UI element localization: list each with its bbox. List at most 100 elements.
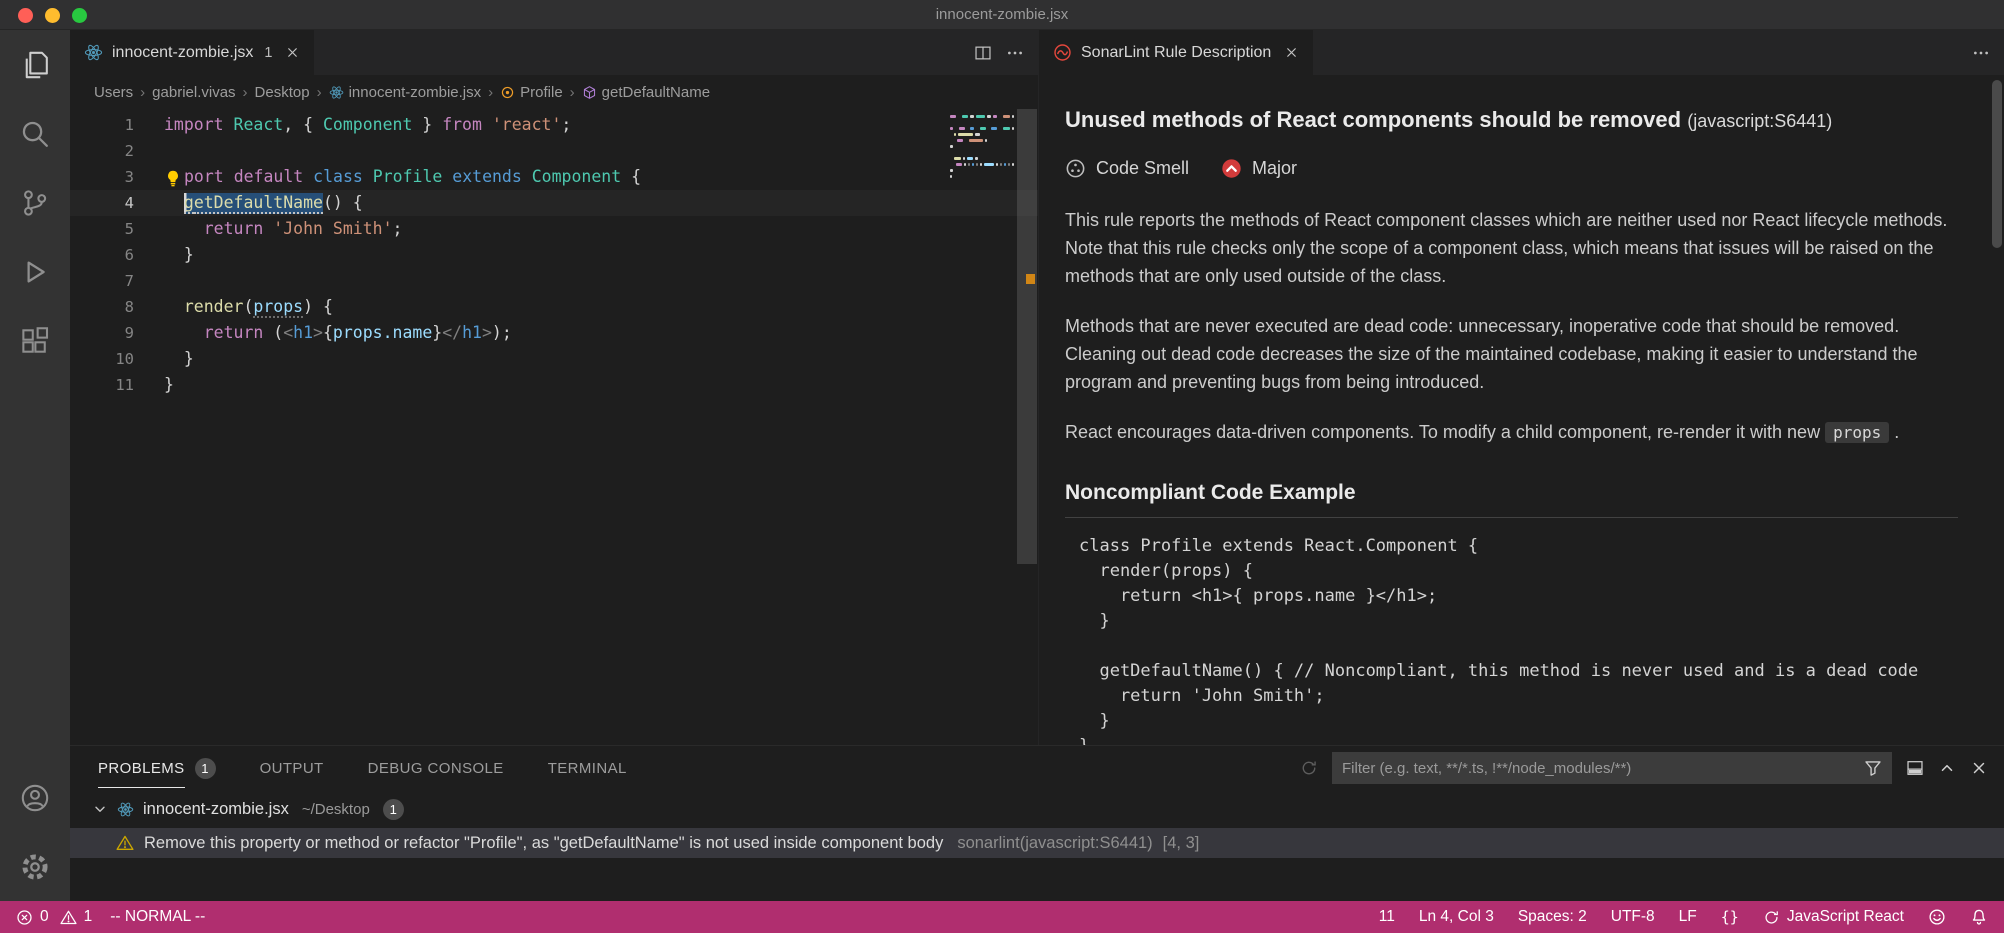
badge-label: Major	[1252, 154, 1297, 182]
tab-output[interactable]: OUTPUT	[260, 746, 324, 790]
activity-bar-explorer[interactable]	[0, 30, 70, 99]
code-line[interactable]: 5 return 'John Smith';	[70, 216, 1038, 242]
split-editor-icon[interactable]	[974, 44, 992, 62]
breadcrumb-item[interactable]: Users	[94, 84, 133, 101]
vim-mode-indicator[interactable]: -- NORMAL --	[110, 908, 205, 926]
tab-sonarlint-rule-description[interactable]: SonarLint Rule Description	[1039, 30, 1313, 75]
code-line[interactable]: 8 render(props) {	[70, 294, 1038, 320]
code-line[interactable]: 11}	[70, 372, 1038, 398]
editor-group-rule-description: SonarLint Rule Description Unused method…	[1038, 30, 2004, 745]
editor-scrollbar[interactable]	[1016, 109, 1038, 745]
activity-bar-source-control[interactable]	[0, 168, 70, 237]
rule-panel-scrollbar[interactable]	[1992, 80, 2002, 248]
breadcrumb-item[interactable]: gabriel.vivas	[152, 84, 235, 101]
line-number[interactable]: 7	[70, 268, 134, 294]
code-line[interactable]: 7	[70, 268, 1038, 294]
maximize-panel-icon[interactable]	[1938, 759, 1956, 777]
breadcrumb-item[interactable]: innocent-zombie.jsx	[329, 84, 482, 101]
code-line[interactable]: 6 }	[70, 242, 1038, 268]
bottom-panel: PROBLEMS 1 OUTPUT DEBUG CONSOLE TERMINAL	[70, 745, 2004, 901]
minimize-window-button[interactable]	[45, 8, 60, 23]
line-number[interactable]: 3	[70, 164, 134, 190]
close-window-button[interactable]	[18, 8, 33, 23]
code-token	[224, 167, 234, 186]
code-editor[interactable]: 1import React, { Component } from 'react…	[70, 109, 1038, 745]
sync-icon	[1763, 909, 1780, 926]
breadcrumb-item[interactable]: Desktop	[255, 84, 310, 101]
activity-bar-account[interactable]	[0, 763, 70, 832]
breadcrumb-item[interactable]: getDefaultName	[582, 84, 710, 101]
activity-bar-extensions[interactable]	[0, 306, 70, 375]
warning-triangle-icon	[60, 909, 77, 926]
filter-icon[interactable]	[1864, 759, 1882, 777]
extensions-icon	[20, 326, 50, 356]
filter-input[interactable]	[1342, 760, 1864, 777]
warning-icon	[116, 834, 134, 852]
encoding[interactable]: UTF-8	[1611, 908, 1655, 926]
activity-bar-search[interactable]	[0, 99, 70, 168]
problems-file-row[interactable]: innocent-zombie.jsx ~/Desktop 1	[70, 790, 2004, 828]
close-tab-icon[interactable]	[1284, 45, 1299, 60]
line-number[interactable]: 6	[70, 242, 134, 268]
line-number[interactable]: 1	[70, 112, 134, 138]
close-panel-icon[interactable]	[1970, 759, 1988, 777]
code-token: from	[442, 115, 482, 134]
language-mode[interactable]: JavaScript React	[1763, 908, 1904, 926]
line-number[interactable]: 11	[70, 372, 134, 398]
activity-bar-settings[interactable]	[0, 832, 70, 901]
tab-debug-console[interactable]: DEBUG CONSOLE	[368, 746, 504, 790]
close-tab-icon[interactable]	[285, 45, 300, 60]
code-token: 'John Smith'	[273, 219, 392, 238]
smiley-icon	[1928, 908, 1946, 926]
problems-filter[interactable]	[1332, 752, 1892, 784]
status-counter[interactable]: 11	[1379, 908, 1395, 926]
format-braces[interactable]: {}	[1721, 908, 1739, 926]
sonarlint-rule-panel: Unused methods of React components shoul…	[1039, 75, 2004, 745]
more-actions-icon[interactable]	[1972, 44, 1990, 62]
scrollbar-thumb[interactable]	[1017, 109, 1037, 564]
line-number[interactable]: 9	[70, 320, 134, 346]
chevron-down-icon[interactable]	[92, 801, 108, 817]
line-number[interactable]: 10	[70, 346, 134, 372]
gear-icon	[20, 852, 50, 882]
breadcrumb-separator: ›	[488, 84, 493, 101]
notifications-bell[interactable]	[1970, 908, 1988, 926]
line-text: }	[164, 346, 194, 372]
code-line[interactable]: 9 return (<h1>{props.name}</h1>);	[70, 320, 1038, 346]
breadcrumb-item[interactable]: Profile	[500, 84, 563, 101]
lightbulb-icon[interactable]	[164, 169, 184, 187]
minimap-line	[950, 139, 1014, 142]
code-line[interactable]: 4 getDefaultName() {	[70, 190, 1038, 216]
code-line[interactable]: 10 }	[70, 346, 1038, 372]
eol-sequence[interactable]: LF	[1679, 908, 1697, 926]
panel-layout-icon[interactable]	[1906, 759, 1924, 777]
zoom-window-button[interactable]	[72, 8, 87, 23]
code-token	[442, 167, 452, 186]
line-number[interactable]: 2	[70, 138, 134, 164]
minimap[interactable]	[950, 115, 1014, 181]
feedback-smiley[interactable]	[1928, 908, 1946, 926]
problems-status[interactable]: 0 1	[16, 908, 92, 926]
code-line[interactable]: 2	[70, 138, 1038, 164]
indentation[interactable]: Spaces: 2	[1518, 908, 1587, 926]
rule-tab-actions	[1972, 30, 2004, 75]
breadcrumb-label: gabriel.vivas	[152, 84, 235, 101]
line-number[interactable]: 4	[70, 190, 134, 216]
code-line[interactable]: 1import React, { Component } from 'react…	[70, 112, 1038, 138]
code-lines: 1import React, { Component } from 'react…	[70, 109, 1038, 398]
code-line[interactable]: 3port default class Profile extends Comp…	[70, 164, 1038, 190]
breadcrumb-separator: ›	[570, 84, 575, 101]
tab-terminal[interactable]: TERMINAL	[548, 746, 627, 790]
refresh-icon[interactable]	[1300, 759, 1318, 777]
problem-row[interactable]: Remove this property or method or refact…	[70, 828, 2004, 858]
code-token: return	[204, 219, 264, 238]
section-heading: Noncompliant Code Example	[1065, 479, 1958, 507]
tab-innocent-zombie[interactable]: innocent-zombie.jsx 1	[70, 30, 314, 75]
tab-problems[interactable]: PROBLEMS 1	[98, 746, 216, 790]
line-number[interactable]: 5	[70, 216, 134, 242]
activity-bar-run-debug[interactable]	[0, 237, 70, 306]
more-actions-icon[interactable]	[1006, 44, 1024, 62]
panel-header-actions	[1300, 752, 1988, 784]
line-number[interactable]: 8	[70, 294, 134, 320]
cursor-position[interactable]: Ln 4, Col 3	[1419, 908, 1494, 926]
